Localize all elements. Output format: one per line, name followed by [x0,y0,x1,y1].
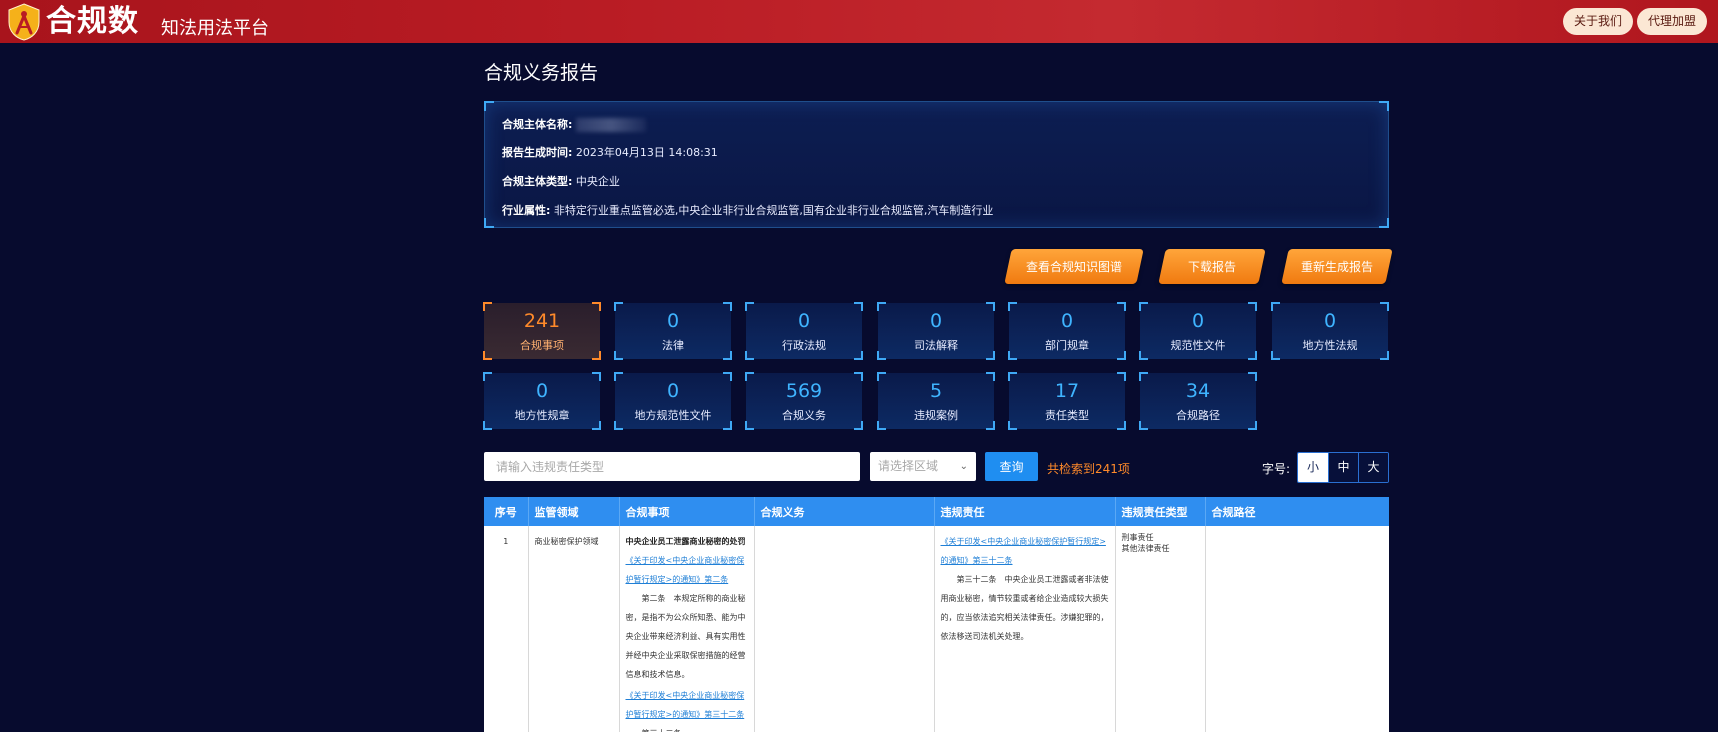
liability-type-item: 其他法律责任 [1121,544,1170,553]
result-count: 共检索到241项 [1047,462,1130,476]
stat-number: 0 [1191,310,1205,332]
cell-obligation [754,526,935,732]
stat-card-compliance-paths[interactable]: 34 合规路径 [1139,372,1257,430]
font-size-label: 字号: [1262,462,1291,476]
stat-card-local-regulations[interactable]: 0 地方性法规 [1271,302,1389,360]
report-time-label: 报告生成时间: [502,146,573,159]
region-select[interactable]: 请选择区域 ⌄ [870,452,976,481]
liability-law-link[interactable]: 《关于印发<中央企业商业秘密保护暂行规定>的通知》第三十二条 [941,532,1109,570]
cell-no: 1 [484,526,529,732]
report-time-row: 报告生成时间: 2023年04月13日 14:08:31 [502,144,718,160]
about-us-button[interactable]: 关于我们 [1563,8,1634,35]
subject-name-label: 合规主体名称: [502,118,573,131]
liability-type-item: 刑事责任 [1121,533,1154,542]
chevron-down-icon: ⌄ [959,461,968,472]
cell-path [1205,526,1389,732]
industry-value: 非特定行业重点监管必选,中央企业非行业合规监管,国有企业非行业合规监管,汽车制造… [553,204,994,217]
download-report-button[interactable]: 下载报告 [1158,249,1266,284]
font-size-large-button[interactable]: 大 [1358,453,1388,482]
stat-label: 合规事项 [520,339,564,352]
col-header-liability: 违规责任 [934,497,1116,526]
stat-number: 0 [1323,310,1337,332]
subject-type-row: 合规主体类型: 中央企业 [502,173,620,189]
subject-name-redacted [575,118,646,132]
stat-number: 0 [666,310,680,332]
report-info-panel: 合规主体名称: 报告生成时间: 2023年04月13日 14:08:31 合规主… [484,101,1389,228]
industry-label: 行业属性: [502,204,551,217]
subject-type-label: 合规主体类型: [502,175,573,188]
stat-card-laws[interactable]: 0 法律 [614,302,732,360]
stat-number: 17 [1054,380,1080,402]
query-button[interactable]: 查询 [985,452,1038,481]
item-law-text: 第二条 本规定所称的商业秘密，是指不为公众所知悉、能为中央企业带来经济利益、具有… [625,594,746,679]
stat-label: 地方规范性文件 [634,409,712,422]
stat-number: 0 [1060,310,1074,332]
stat-card-local-normative-documents[interactable]: 0 地方规范性文件 [614,372,732,430]
region-select-placeholder: 请选择区域 [878,459,939,473]
table-row: 1 商业秘密保护领域 中央企业员工泄露商业秘密的处罚 《关于印发<中央企业商业秘… [484,526,1389,732]
stat-number: 34 [1185,380,1211,402]
stat-number: 0 [535,380,549,402]
brand-name: 合规数 [46,4,139,39]
col-header-field: 监管领域 [528,497,620,526]
report-time-value: 2023年04月13日 14:08:31 [575,146,718,159]
stat-label: 违规案例 [914,409,958,422]
item-title: 中央企业员工泄露商业秘密的处罚 [625,537,746,546]
regenerate-report-button[interactable]: 重新生成报告 [1281,249,1393,284]
col-header-item: 合规事项 [619,497,755,526]
view-knowledge-graph-button[interactable]: 查看合规知识图谱 [1004,249,1144,284]
col-header-liability-type: 违规责任类型 [1115,497,1206,526]
stat-label: 责任类型 [1045,409,1089,422]
stat-number: 0 [797,310,811,332]
stat-number: 241 [523,310,561,332]
stat-label: 合规义务 [782,409,826,422]
cell-field: 商业秘密保护领域 [528,526,620,732]
industry-row: 行业属性: 非特定行业重点监管必选,中央企业非行业合规监管,国有企业非行业合规监… [502,202,993,218]
font-size-small-button[interactable]: 小 [1298,453,1328,482]
liability-type-search-input[interactable] [484,452,860,481]
stat-card-judicial-interpretations[interactable]: 0 司法解释 [877,302,995,360]
stat-card-normative-documents[interactable]: 0 规范性文件 [1139,302,1257,360]
stat-label: 法律 [662,339,684,352]
cell-liability: 《关于印发<中央企业商业秘密保护暂行规定>的通知》第三十二条 第三十二条 中央企… [934,526,1116,732]
stat-label: 地方性法规 [1302,339,1358,352]
stat-number: 0 [929,310,943,332]
stat-label: 合规路径 [1176,409,1220,422]
item-law-link[interactable]: 《关于印发<中央企业商业秘密保护暂行规定>的通知》第二条 [626,551,748,589]
stat-card-local-rules[interactable]: 0 地方性规章 [483,372,601,430]
subject-type-value: 中央企业 [575,175,620,188]
col-header-no: 序号 [484,497,529,526]
cell-liability-type: 刑事责任 其他法律责任 [1115,526,1206,732]
col-header-obligation: 合规义务 [754,497,935,526]
liability-law-text: 第三十二条 中央企业员工泄露或者非法使用商业秘密，情节较重或者给企业造成较大损失… [940,575,1109,641]
stat-card-administrative-regulations[interactable]: 0 行政法规 [745,302,863,360]
stat-label: 地方性规章 [514,409,570,422]
stat-number: 0 [666,380,680,402]
stat-card-compliance-obligations[interactable]: 569 合规义务 [745,372,863,430]
cell-item: 中央企业员工泄露商业秘密的处罚 《关于印发<中央企业商业秘密保护暂行规定>的通知… [619,526,755,732]
stat-label: 行政法规 [782,339,826,352]
stat-card-liability-types[interactable]: 17 责任类型 [1008,372,1126,430]
item-law-link[interactable]: 《关于印发<中央企业商业秘密保护暂行规定>的通知》第三十二条 [626,686,748,724]
col-header-path: 合规路径 [1205,497,1389,526]
brand-tagline: 知法用法平台 [161,18,269,39]
stat-label: 规范性文件 [1170,339,1226,352]
font-size-toggle: 小 中 大 [1297,452,1389,483]
top-header: 合规数 知法用法平台 关于我们 代理加盟 [0,0,1718,43]
stat-number: 5 [929,380,943,402]
table-header-row: 序号 监管领域 合规事项 合规义务 违规责任 违规责任类型 合规路径 [484,497,1389,526]
compliance-table: 序号 监管领域 合规事项 合规义务 违规责任 违规责任类型 合规路径 1 商业秘… [484,497,1389,732]
font-size-medium-button[interactable]: 中 [1328,453,1358,482]
stat-number: 569 [785,380,823,402]
compass-logo-icon [8,3,40,41]
stat-card-violation-cases[interactable]: 5 违规案例 [877,372,995,430]
item-law-text: 第三十二条 [626,724,748,732]
subject-name-row: 合规主体名称: [502,116,646,132]
stat-label: 司法解释 [914,339,958,352]
agent-join-button[interactable]: 代理加盟 [1637,8,1708,35]
stat-label: 部门规章 [1045,339,1089,352]
stat-card-compliance-items[interactable]: 241 合规事项 [483,302,601,360]
page-title: 合规义务报告 [484,62,599,84]
stat-card-department-rules[interactable]: 0 部门规章 [1008,302,1126,360]
